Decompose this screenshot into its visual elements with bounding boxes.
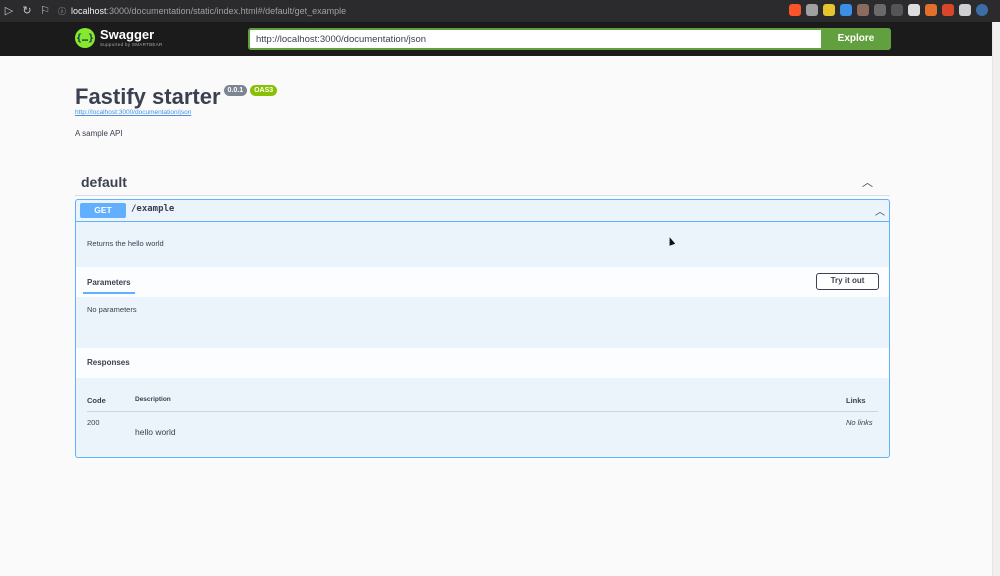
brave-rewards-icon[interactable] bbox=[806, 4, 818, 16]
responses-title: Responses bbox=[87, 358, 130, 367]
swagger-topbar: {…} Swagger Supported by SMARTBEAR http:… bbox=[0, 22, 992, 56]
no-parameters-text: No parameters bbox=[87, 305, 137, 314]
extensions-puzzle-icon[interactable] bbox=[959, 4, 971, 16]
reload-icon[interactable]: ↻ bbox=[18, 0, 36, 22]
column-header-description: Description bbox=[135, 396, 171, 403]
logo-name: Swagger bbox=[100, 27, 155, 42]
try-it-out-button[interactable]: Try it out bbox=[816, 273, 879, 290]
version-badge: 0.0.1 bbox=[223, 85, 248, 96]
divider bbox=[75, 195, 890, 196]
url-path: :3000/documentation/static/index.html#/d… bbox=[106, 6, 347, 16]
operation-summary[interactable]: GET /example ︿ bbox=[76, 200, 889, 222]
scrollbar[interactable] bbox=[992, 22, 1000, 576]
browser-address-bar[interactable]: ⓘ localhost:3000/documentation/static/in… bbox=[58, 3, 418, 19]
column-header-links: Links bbox=[846, 396, 866, 405]
url-host: localhost bbox=[71, 6, 107, 16]
swagger-logo-icon: {…} bbox=[75, 28, 95, 48]
extension-icon[interactable] bbox=[874, 4, 886, 16]
swagger-logo[interactable]: {…} Swagger Supported by SMARTBEAR bbox=[75, 28, 163, 48]
operation-block: GET /example ︿ Returns the hello world P… bbox=[75, 199, 890, 458]
column-header-code: Code bbox=[87, 396, 106, 405]
extension-icon[interactable] bbox=[857, 4, 869, 16]
tab-parameters[interactable]: Parameters bbox=[87, 278, 131, 287]
operation-path: /example bbox=[131, 204, 175, 214]
oas-badge: OAS3 bbox=[250, 85, 278, 96]
browser-toolbar: ▷ ↻ ⚐ ⓘ localhost:3000/documentation/sta… bbox=[0, 0, 1000, 22]
extension-icon[interactable] bbox=[891, 4, 903, 16]
explore-button[interactable]: Explore bbox=[821, 28, 891, 50]
response-links: No links bbox=[846, 418, 873, 427]
page-title: Fastify starter bbox=[75, 84, 221, 109]
info-header: Fastify starter 0.0.1 OAS3 bbox=[75, 84, 278, 110]
table-divider bbox=[87, 411, 878, 412]
back-icon[interactable]: ▷ bbox=[0, 0, 18, 22]
parameters-header: Parameters Try it out bbox=[76, 267, 889, 297]
extension-icon[interactable] bbox=[942, 4, 954, 16]
spec-link[interactable]: http://localhost:3000/documentation/json bbox=[75, 109, 191, 116]
spec-url-input[interactable]: http://localhost:3000/documentation/json bbox=[248, 28, 822, 50]
info-icon: ⓘ bbox=[58, 6, 66, 16]
tab-underline bbox=[83, 292, 135, 294]
extension-icon[interactable] bbox=[925, 4, 937, 16]
response-description: hello world bbox=[135, 427, 176, 437]
bookmark-icon[interactable]: ⚐ bbox=[36, 0, 54, 22]
tag-title[interactable]: default bbox=[81, 174, 127, 190]
extension-icon[interactable] bbox=[823, 4, 835, 16]
response-code: 200 bbox=[87, 418, 100, 427]
chevron-up-icon[interactable]: ︿ bbox=[875, 203, 885, 218]
profile-icon[interactable] bbox=[976, 4, 988, 16]
extension-bar bbox=[789, 4, 988, 16]
chevron-up-icon[interactable]: ︿ bbox=[862, 174, 873, 190]
method-badge: GET bbox=[80, 203, 126, 218]
operation-description: Returns the hello world bbox=[87, 239, 164, 248]
responses-header: Responses bbox=[76, 348, 889, 378]
brave-icon[interactable] bbox=[789, 4, 801, 16]
logo-subtitle: Supported by SMARTBEAR bbox=[100, 42, 163, 47]
extension-icon[interactable] bbox=[840, 4, 852, 16]
extension-icon[interactable] bbox=[908, 4, 920, 16]
api-description: A sample API bbox=[75, 129, 123, 138]
